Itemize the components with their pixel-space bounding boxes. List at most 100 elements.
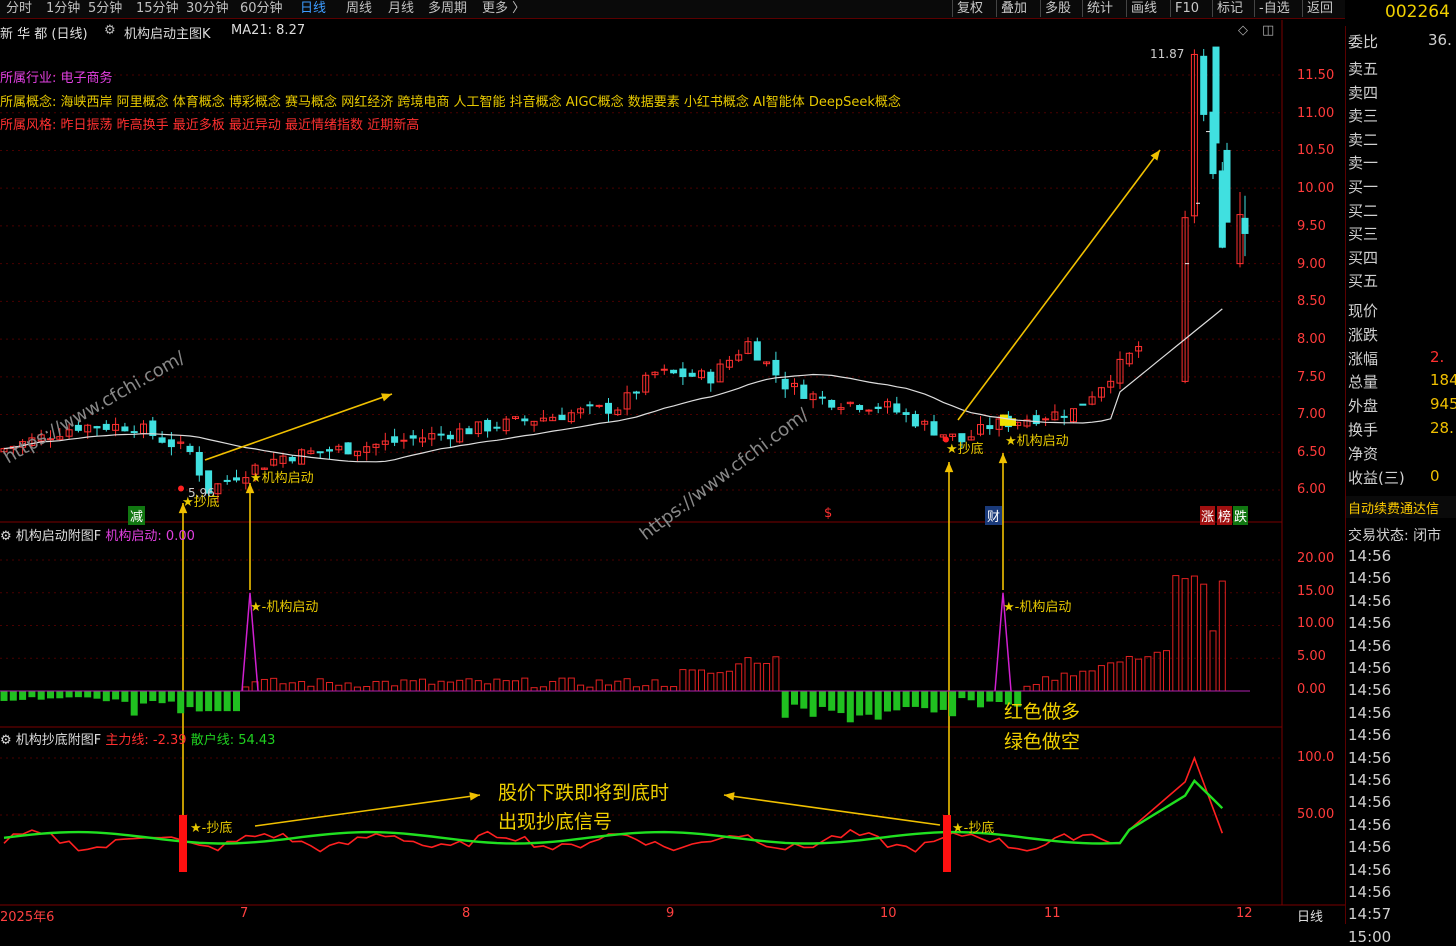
candle-body (446, 434, 454, 440)
toolbar-button-3[interactable]: 统计 (1082, 0, 1113, 17)
trend-arrow (957, 149, 1161, 421)
toolbar-button-8[interactable]: 返回 (1302, 0, 1333, 17)
period-tab-2[interactable]: 5分钟 (88, 0, 122, 17)
histogram-bar (93, 690, 101, 699)
marker-bang[interactable]: 榜 (1217, 506, 1233, 525)
histogram-bar (939, 690, 947, 710)
signal-start-1: ★机构启动 (250, 471, 314, 486)
candle-body (288, 456, 296, 462)
period-tab-1[interactable]: 1分钟 (46, 0, 80, 17)
toolbar-button-0[interactable]: 复权 (952, 0, 983, 17)
toolbar-button-2[interactable]: 多股 (1040, 0, 1071, 17)
tick-time: 14:56 (1348, 659, 1392, 677)
toolbar-button-7[interactable]: -自选 (1254, 0, 1290, 17)
histogram-bar (37, 690, 45, 700)
wei-bi-value: 36. (1428, 31, 1452, 49)
chart-canvas[interactable] (0, 18, 1345, 924)
candle-body (326, 449, 333, 452)
period-tab-5[interactable]: 60分钟 (240, 0, 283, 17)
candle-body (130, 431, 138, 434)
diamond-icon[interactable]: ◇ (1238, 23, 1248, 38)
sub2-signal-1: ★-抄底 (190, 821, 233, 836)
period-tab-8[interactable]: 月线 (388, 0, 414, 17)
x-tick: 8 (462, 906, 471, 921)
marker-zhang[interactable]: 涨 (1200, 506, 1216, 525)
period-tab-3[interactable]: 15分钟 (136, 0, 179, 17)
histogram-bar (902, 690, 910, 708)
histogram-bar (493, 678, 501, 692)
sub1-name[interactable]: 机构启动附图F (16, 529, 101, 544)
histogram-bar (595, 679, 603, 692)
candle-body (186, 445, 194, 453)
settings-icon[interactable]: ⚙ (0, 733, 12, 748)
y-tick: 8.50 (1297, 294, 1326, 309)
toolbar-button-1[interactable]: 叠加 (996, 0, 1027, 17)
tick-time: 14:56 (1348, 726, 1392, 745)
histogram-bar (223, 690, 231, 712)
period-tab-6[interactable]: 日线 (300, 0, 326, 17)
style-value: 昨日振荡 昨高换手 最近多板 最近异动 最近情绪指数 近期新高 (60, 118, 420, 133)
marker-cai[interactable]: 财 (985, 506, 1003, 525)
x-tick: 10 (880, 906, 897, 921)
settings-icon[interactable]: ⚙ (0, 529, 12, 544)
histogram-bar (670, 686, 678, 692)
candle-body (493, 426, 501, 429)
histogram-bar (512, 680, 519, 692)
candle-body (121, 426, 129, 432)
sub2-name[interactable]: 机构抄底附图F (16, 733, 101, 748)
histogram-bar (753, 662, 761, 692)
histogram-bar (679, 669, 687, 692)
y-tick: 9.50 (1297, 219, 1326, 234)
histogram-bar (949, 690, 957, 717)
candle-body (781, 378, 789, 390)
stat-value: 0 (1430, 466, 1440, 485)
period-tab-0[interactable]: 分时 (6, 0, 32, 17)
histogram-bar (167, 690, 175, 702)
concept-value: 海峡西岸 阿里概念 体育概念 博彩概念 赛马概念 网红经济 跨境电商 人工智能 … (60, 95, 901, 110)
marker-die[interactable]: 跌 (1233, 506, 1249, 525)
histogram-bar (279, 683, 287, 692)
period-tab-7[interactable]: 周线 (346, 0, 372, 17)
candle-body (865, 409, 873, 412)
histogram-bar (1097, 665, 1105, 692)
period-tab-9[interactable]: 多周期 (428, 0, 467, 17)
ma21-label: MA21: 8.27 (231, 23, 306, 38)
window-icon[interactable]: ◫ (1262, 23, 1274, 38)
sub1-signal-1: ★-机构启动 (250, 600, 319, 615)
stat-label: 涨幅 (1348, 349, 1379, 368)
marker-dollar[interactable]: $ (824, 506, 832, 521)
y-tick: 15.00 (1297, 584, 1335, 599)
histogram-bar (735, 663, 743, 692)
stat-label: 净资 (1348, 444, 1379, 463)
style-row: 所属风格: 昨日振荡 昨高换手 最近多板 最近异动 最近情绪指数 近期新高 (0, 114, 419, 133)
period-tab-4[interactable]: 30分钟 (186, 0, 229, 17)
stat-label: 现价 (1348, 302, 1379, 320)
period-tab-10[interactable]: 更多 〉 (482, 0, 525, 17)
candle-body (893, 403, 901, 413)
candle-body (484, 419, 492, 432)
marker-jian[interactable]: 减 (128, 506, 146, 525)
tick-time: 14:56 (1348, 547, 1392, 565)
period-toolbar: 分时 1分钟 5分钟 15分钟 30分钟 60分钟 日线 周线 月线 多周期 更多 〉 复权 叠加 多股统… (0, 0, 1345, 19)
y-tick: 10.00 (1297, 616, 1335, 631)
candle-body (670, 369, 678, 374)
candle-body (707, 371, 715, 384)
auto-renew-bar[interactable]: 自动续费通达信 (1346, 496, 1456, 518)
histogram-bar (800, 690, 808, 709)
histogram-bar (1079, 670, 1087, 692)
histogram-bar (539, 686, 547, 692)
histogram-bar (158, 690, 166, 704)
buy-level: 买二 (1348, 201, 1379, 220)
auto-renew-text[interactable]: 自动续费通达信 (1348, 498, 1439, 517)
settings-icon[interactable]: ⚙ (104, 23, 116, 38)
toolbar-button-5[interactable]: F10 (1170, 0, 1199, 17)
y-tick: 7.50 (1297, 370, 1326, 385)
toolbar-button-6[interactable]: 标记 (1212, 0, 1243, 17)
tick-time: 14:56 (1348, 748, 1392, 767)
histogram-bar (1144, 656, 1152, 692)
sell-level: 卖五 (1348, 60, 1379, 78)
histogram-bar (911, 690, 919, 707)
indicator-name[interactable]: 机构启动主图K (124, 23, 211, 42)
stat-value: 945 (1430, 395, 1456, 414)
toolbar-button-4[interactable]: 画线 (1126, 0, 1157, 17)
